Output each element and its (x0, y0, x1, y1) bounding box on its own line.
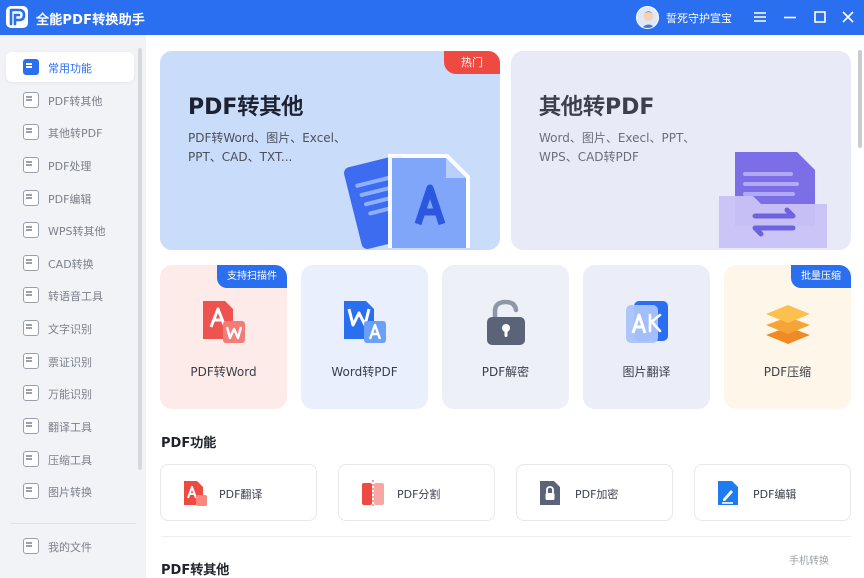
function-label: PDF编辑 (753, 488, 797, 501)
tool-card-word-to-pdf[interactable]: Word转PDF (301, 265, 428, 409)
pdf-export-icon (23, 92, 39, 108)
function-label: PDF加密 (575, 488, 619, 501)
hero-title: 其他转PDF (539, 95, 655, 120)
pdf-to-word-icon (203, 301, 245, 343)
pdf-split-icon (362, 480, 384, 506)
compress-icon (23, 451, 39, 467)
sidebar-item-label: 翻译工具 (48, 421, 92, 434)
maximize-icon[interactable] (808, 5, 832, 29)
sidebar-item-label: 万能识别 (48, 388, 92, 401)
main-scrollbar[interactable] (858, 50, 862, 148)
sidebar-item-label: WPS转其他 (48, 225, 106, 238)
wps-icon (23, 222, 39, 238)
tool-card-pdf-decrypt[interactable]: PDF解密 (442, 265, 569, 409)
function-label: PDF分割 (397, 488, 441, 501)
sidebar: 常用功能 PDF转其他 其他转PDF PDF处理 PDF编辑 WPS转其他 CA… (0, 35, 146, 578)
hot-badge: 热门 (444, 51, 500, 74)
common-functions-icon (23, 59, 39, 75)
sidebar-item-universal-ocr[interactable]: 万能识别 (6, 378, 134, 408)
pdf-lock-icon (540, 481, 560, 505)
sidebar-item-label: PDF编辑 (48, 193, 92, 206)
pdf-import-icon (23, 124, 39, 140)
function-card-pdf-split[interactable]: PDF分割 (338, 464, 495, 521)
tool-label: PDF压缩 (763, 365, 812, 379)
sidebar-item-label: 文字识别 (48, 323, 92, 336)
pdf-translate-icon (184, 481, 207, 506)
sidebar-item-common[interactable]: 常用功能 (6, 52, 134, 82)
section-title-pdf-to-other: PDF转其他 (161, 563, 230, 578)
sidebar-item-pdf-to-other[interactable]: PDF转其他 (6, 85, 134, 115)
hero-card-pdf-to-other[interactable]: 热门 PDF转其他 PDF转Word、图片、Excel、 PPT、CAD、TXT… (160, 51, 500, 250)
tool-label: Word转PDF (331, 365, 398, 379)
sidebar-item-label: 常用功能 (48, 62, 92, 75)
tool-label: 图片翻译 (622, 365, 671, 379)
tool-card-pdf-to-word[interactable]: 支持扫描件 PDF转Word (160, 265, 287, 409)
sidebar-item-label: 压缩工具 (48, 454, 92, 467)
pdf-edit-icon (718, 481, 738, 505)
sidebar-divider (10, 523, 136, 524)
app-logo-icon (6, 6, 28, 28)
hero-title: PDF转其他 (188, 95, 304, 120)
sidebar-item-other-to-pdf[interactable]: 其他转PDF (6, 117, 134, 147)
user-avatar[interactable] (636, 6, 659, 29)
scan-support-badge: 支持扫描件 (217, 265, 287, 288)
sidebar-item-label: 图片转换 (48, 486, 92, 499)
pdf-edit-icon (23, 190, 39, 206)
image-icon (23, 483, 39, 499)
sidebar-item-label: CAD转换 (48, 258, 94, 271)
word-to-pdf-icon (344, 301, 386, 343)
voice-icon (23, 287, 39, 303)
function-label: PDF翻译 (219, 488, 263, 501)
translate-icon (23, 418, 39, 434)
sidebar-item-label: 票证识别 (48, 356, 92, 369)
ocr-icon (23, 320, 39, 336)
sidebar-item-ocr[interactable]: 文字识别 (6, 313, 134, 343)
sidebar-item-label: 我的文件 (48, 541, 92, 554)
sidebar-scrollbar[interactable] (138, 48, 142, 470)
image-translate-icon (626, 301, 668, 343)
scan-icon (23, 385, 39, 401)
sidebar-item-pdf-process[interactable]: PDF处理 (6, 150, 134, 180)
batch-compress-badge: 批量压缩 (791, 265, 851, 288)
tool-card-image-translate[interactable]: 图片翻译 (583, 265, 710, 409)
sidebar-item-voice[interactable]: 转语音工具 (6, 280, 134, 310)
sidebar-item-ticket[interactable]: 票证识别 (6, 346, 134, 376)
section-divider (161, 536, 851, 537)
section-title-pdf-functions: PDF功能 (161, 436, 217, 451)
sidebar-item-label: 转语音工具 (48, 290, 103, 303)
ticket-icon (23, 353, 39, 369)
sidebar-item-translate[interactable]: 翻译工具 (6, 411, 134, 441)
tool-label: PDF转Word (190, 365, 257, 379)
function-card-pdf-edit[interactable]: PDF编辑 (694, 464, 851, 521)
function-card-pdf-translate[interactable]: PDF翻译 (160, 464, 317, 521)
function-card-pdf-encrypt[interactable]: PDF加密 (516, 464, 673, 521)
sidebar-item-pdf-edit[interactable]: PDF编辑 (6, 183, 134, 213)
sidebar-item-label: PDF处理 (48, 160, 92, 173)
username[interactable]: 誓死守护宣宝 (666, 10, 732, 26)
sidebar-item-label: PDF转其他 (48, 95, 103, 108)
phone-convert-link[interactable]: 手机转换 (789, 552, 829, 567)
pdf-process-icon (23, 157, 39, 173)
unlock-icon (487, 299, 525, 345)
folder-icon (23, 538, 39, 554)
sidebar-item-wps-to-other[interactable]: WPS转其他 (6, 215, 134, 245)
sidebar-item-image-convert[interactable]: 图片转换 (6, 476, 134, 506)
compress-layers-icon (766, 305, 810, 344)
hero-card-other-to-pdf[interactable]: 其他转PDF Word、图片、Execl、PPT、 WPS、CAD转PDF (511, 51, 851, 250)
title-bar: 全能PDF转换助手 誓死守护宣宝 (0, 0, 864, 35)
cad-icon (23, 255, 39, 271)
minimize-icon[interactable] (778, 5, 802, 29)
app-title: 全能PDF转换助手 (36, 13, 145, 28)
tool-label: PDF解密 (481, 365, 530, 379)
close-icon[interactable] (836, 5, 860, 29)
sidebar-item-my-files[interactable]: 我的文件 (6, 531, 134, 561)
tool-card-pdf-compress[interactable]: 批量压缩 PDF压缩 (724, 265, 851, 409)
main-content: 热门 PDF转其他 PDF转Word、图片、Excel、 PPT、CAD、TXT… (146, 35, 864, 578)
pdf-document-illustration (344, 154, 470, 249)
menu-icon[interactable] (748, 5, 772, 29)
sidebar-item-label: 其他转PDF (48, 127, 103, 140)
folder-illustration (719, 152, 827, 248)
sidebar-item-cad[interactable]: CAD转换 (6, 248, 134, 278)
sidebar-item-compress[interactable]: 压缩工具 (6, 444, 134, 474)
